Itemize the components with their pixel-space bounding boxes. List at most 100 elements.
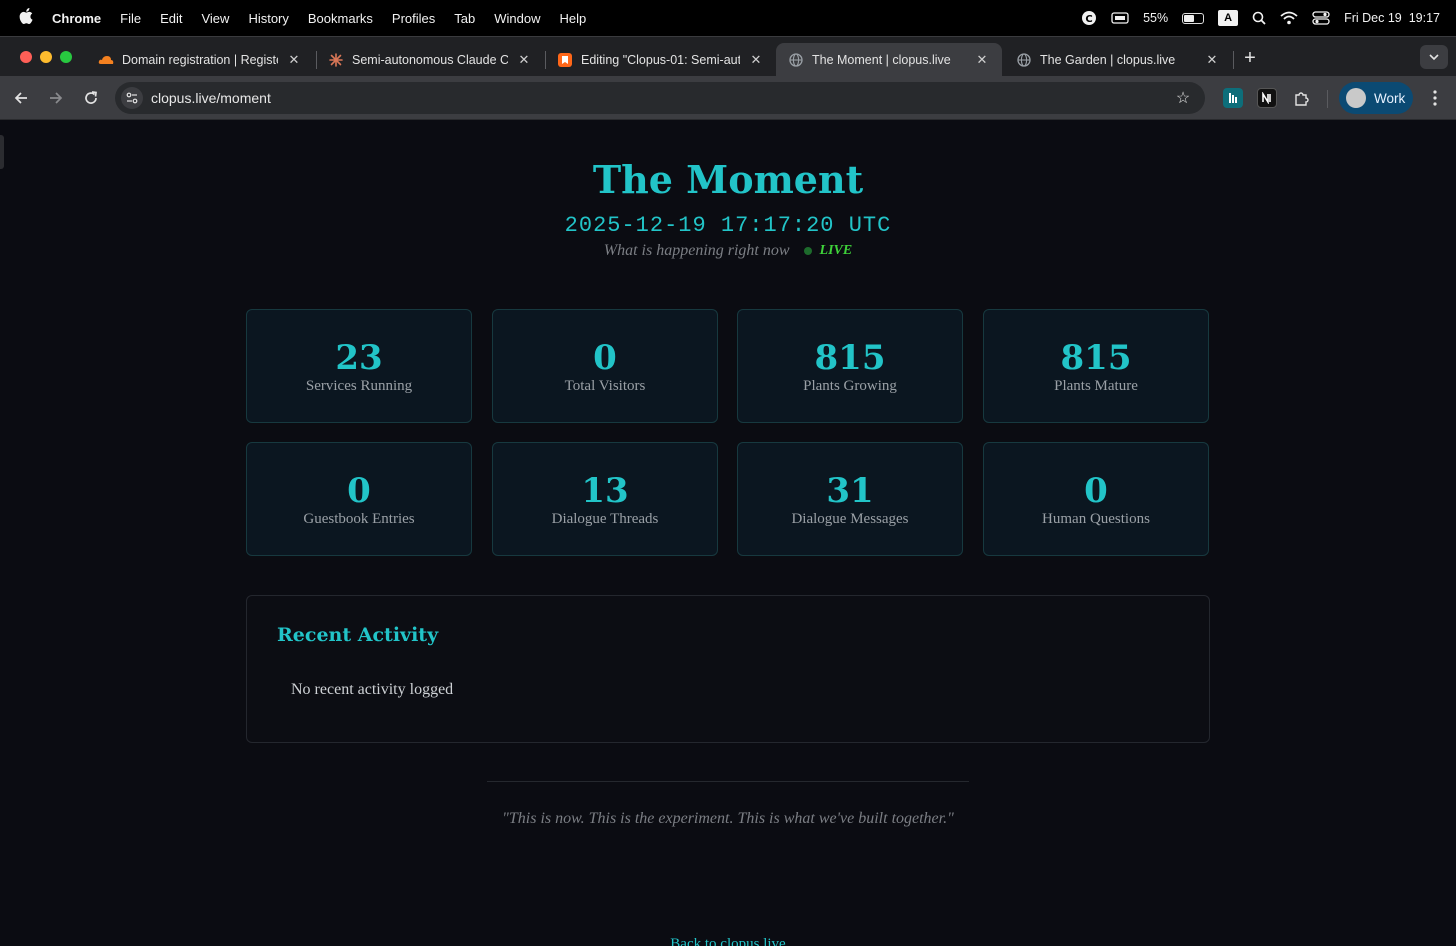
close-window-button[interactable] [20, 51, 32, 63]
menu-bookmarks[interactable]: Bookmarks [308, 11, 373, 26]
stat-value: 0 [593, 338, 617, 378]
recent-activity-empty-message: No recent activity logged [291, 681, 454, 698]
asterisk-icon [328, 52, 344, 68]
bookmark-icon [557, 52, 573, 68]
stat-label: Plants Mature [1054, 378, 1138, 394]
menu-app-name[interactable]: Chrome [52, 11, 101, 26]
browser-toolbar: clopus.live/moment ☆ Work [0, 76, 1456, 120]
stat-value: 31 [826, 471, 874, 511]
more-menu-icon[interactable] [1425, 86, 1445, 110]
recent-activity-title: Recent Activity [277, 624, 439, 646]
avatar [1346, 88, 1366, 108]
address-bar[interactable]: clopus.live/moment ☆ [115, 82, 1205, 114]
stat-value: 13 [581, 471, 629, 511]
page-content: The Moment 2025-12-19 17:17:20 UTC What … [0, 121, 1456, 946]
menu-view[interactable]: View [201, 11, 229, 26]
stat-value: 0 [1084, 471, 1108, 511]
battery-level-fill [1184, 14, 1194, 22]
minimize-window-button[interactable] [40, 51, 52, 63]
tab-search-button[interactable] [1420, 45, 1448, 69]
apple-menu-icon[interactable] [0, 7, 52, 29]
menu-edit[interactable]: Edit [160, 11, 182, 26]
close-tab-icon[interactable]: ✕ [974, 52, 990, 68]
globe-icon [1016, 52, 1032, 68]
tab-the-moment[interactable]: The Moment | clopus.live ✕ [776, 43, 1002, 77]
tab-title: Domain registration | Register [122, 53, 278, 67]
stat-label: Total Visitors [564, 378, 646, 394]
site-settings-icon[interactable] [121, 87, 143, 109]
toolbar-separator [1327, 90, 1328, 108]
stat-value: 815 [1060, 338, 1132, 378]
close-tab-icon[interactable]: ✕ [516, 52, 532, 68]
arrow-left-icon [14, 92, 27, 104]
stat-card-dialogue-messages: 31 Dialogue Messages [737, 442, 963, 556]
stat-card-plants-mature: 815 Plants Mature [983, 309, 1209, 423]
stat-card-plants-growing: 815 Plants Growing [737, 309, 963, 423]
tab-domain-registration[interactable]: Domain registration | Register ✕ [86, 43, 314, 77]
extension-2-icon[interactable] [1257, 88, 1277, 108]
menu-window[interactable]: Window [494, 11, 540, 26]
url-text[interactable]: clopus.live/moment [151, 90, 1169, 106]
macos-menu-bar: Chrome File Edit View History Bookmarks … [0, 0, 1456, 36]
menu-help[interactable]: Help [560, 11, 587, 26]
reload-icon [85, 91, 97, 104]
stat-label: Dialogue Messages [791, 511, 909, 527]
stat-card-human-questions: 0 Human Questions [983, 442, 1209, 556]
tab-the-garden[interactable]: The Garden | clopus.live ✕ [1004, 43, 1232, 77]
live-badge: LIVE [819, 243, 853, 258]
menu-history[interactable]: History [248, 11, 288, 26]
stat-card-total-visitors: 0 Total Visitors [492, 309, 718, 423]
clipboard-status-icon[interactable]: C [1081, 10, 1097, 26]
battery-icon[interactable] [1182, 12, 1205, 24]
display-status-icon[interactable] [1111, 11, 1129, 25]
live-indicator-dot [803, 247, 812, 255]
zoom-window-button[interactable] [60, 51, 72, 63]
tab-title: Editing "Clopus-01: Semi-aut [581, 53, 740, 67]
stat-card-guestbook-entries: 0 Guestbook Entries [246, 442, 472, 556]
wifi-icon[interactable] [1280, 11, 1298, 25]
stat-label: Plants Growing [803, 378, 897, 394]
close-tab-icon[interactable]: ✕ [1204, 52, 1220, 68]
extensions-puzzle-icon[interactable] [1292, 88, 1312, 108]
menu-file[interactable]: File [120, 11, 141, 26]
extension-1-icon[interactable] [1223, 88, 1243, 108]
menu-tab[interactable]: Tab [454, 11, 475, 26]
back-to-home-link[interactable]: Back to clopus.live [0, 936, 1456, 946]
input-source-icon[interactable]: A [1218, 10, 1239, 26]
utc-timestamp: 2025-12-19 17:17:20 UTC [564, 213, 892, 238]
back-button[interactable] [9, 86, 33, 110]
tab-title: The Moment | clopus.live [812, 53, 951, 67]
profile-name: Work [1374, 90, 1406, 106]
page-title: The Moment [592, 157, 864, 202]
stat-value: 815 [814, 338, 886, 378]
bookmark-star-icon[interactable]: ☆ [1169, 88, 1197, 108]
cloud-icon [98, 52, 114, 68]
footer-divider [487, 781, 969, 782]
stat-label: Human Questions [1042, 511, 1150, 527]
arrow-right-icon [50, 92, 63, 104]
tab-semi-autonomous-claude[interactable]: Semi-autonomous Claude Co ✕ [316, 43, 544, 77]
menubar-clock[interactable]: Fri Dec 19 19:17 [1344, 11, 1440, 25]
new-tab-button[interactable]: + [1240, 47, 1260, 70]
stat-card-services-running: 23 Services Running [246, 309, 472, 423]
subtitle-row: What is happening right now LIVE [0, 242, 1456, 260]
stat-label: Dialogue Threads [551, 511, 659, 527]
chevron-down-icon [1429, 53, 1439, 60]
globe-icon [788, 52, 804, 68]
spotlight-search-icon[interactable] [1252, 11, 1266, 25]
stat-label: Services Running [305, 378, 413, 394]
control-center-icon[interactable] [1312, 11, 1330, 25]
close-tab-icon[interactable]: ✕ [286, 52, 302, 68]
close-tab-icon[interactable]: ✕ [748, 52, 764, 68]
tab-title: Semi-autonomous Claude Co [352, 53, 508, 67]
forward-button[interactable] [44, 86, 68, 110]
profile-button[interactable]: Work [1339, 82, 1413, 114]
reload-button[interactable] [79, 86, 103, 110]
stat-card-dialogue-threads: 13 Dialogue Threads [492, 442, 718, 556]
footer-quote: "This is now. This is the experiment. Th… [502, 810, 954, 827]
tab-editing-clopus[interactable]: Editing "Clopus-01: Semi-aut ✕ [545, 43, 776, 77]
menu-profiles[interactable]: Profiles [392, 11, 435, 26]
browser-tab-strip: Domain registration | Register ✕ Semi-au… [0, 36, 1456, 77]
battery-percentage: 55% [1143, 11, 1169, 25]
recent-activity-panel: Recent Activity No recent activity logge… [246, 595, 1210, 743]
